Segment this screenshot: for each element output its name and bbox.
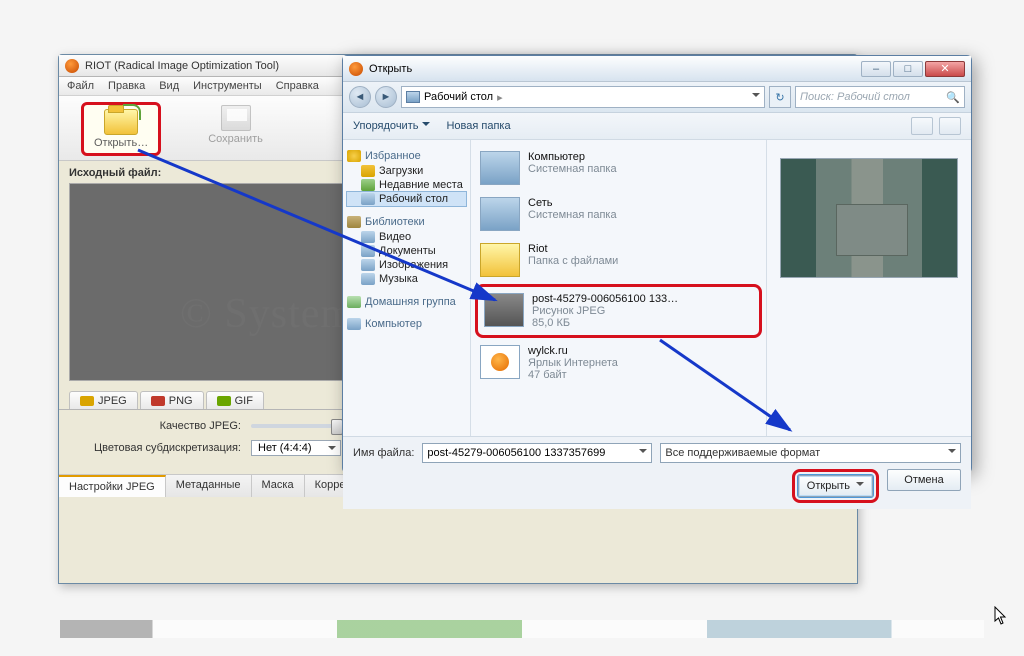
- pictures-icon: [361, 259, 375, 271]
- menu-view[interactable]: Вид: [159, 80, 179, 92]
- save-floppy-icon: [221, 105, 251, 131]
- tree-homegroup[interactable]: Домашняя группа: [347, 296, 466, 308]
- open-folder-icon: [104, 109, 138, 135]
- subsampling-select[interactable]: Нет (4:4:4): [251, 440, 341, 456]
- dialog-title-text: Открыть: [369, 63, 412, 75]
- dialog-cancel-button[interactable]: Отмена: [887, 469, 961, 491]
- dialog-app-icon: [349, 62, 363, 76]
- organize-menu[interactable]: Упорядочить: [353, 120, 430, 132]
- address-bar[interactable]: Рабочий стол ▸: [401, 86, 765, 108]
- image-thumb-icon: [484, 293, 524, 327]
- nav-tree: Избранное Загрузки Недавние места Рабочи…: [343, 140, 471, 436]
- desktop-icon: [406, 91, 420, 103]
- file-item-shortcut[interactable]: wylck.ruЯрлык Интернета47 байт: [475, 340, 762, 386]
- homegroup-icon: [347, 296, 361, 308]
- libraries-icon: [347, 216, 361, 228]
- menu-tools[interactable]: Инструменты: [193, 80, 262, 92]
- tab-metadata[interactable]: Метаданные: [166, 475, 252, 497]
- file-item-riot-folder[interactable]: RiotПапка с файлами: [475, 238, 762, 282]
- filetype-dropdown-icon[interactable]: [948, 449, 956, 457]
- network-thumb-icon: [480, 197, 520, 231]
- open-split-dropdown-icon[interactable]: [856, 482, 864, 490]
- filename-input[interactable]: post-45279-006056100 1337357699: [422, 443, 652, 463]
- subsampling-label: Цветовая субдискретизация:: [71, 442, 241, 454]
- back-button[interactable]: ◄: [349, 86, 371, 108]
- address-dropdown-icon[interactable]: [752, 93, 760, 101]
- star-icon: [347, 150, 361, 162]
- menu-file[interactable]: Файл: [67, 80, 94, 92]
- view-mode-button[interactable]: [911, 117, 933, 135]
- save-button[interactable]: Сохранить: [201, 102, 270, 156]
- file-item-network[interactable]: СетьСистемная папка: [475, 192, 762, 236]
- file-item-selected-image[interactable]: post-45279-006056100 133…Рисунок JPEG85,…: [475, 284, 762, 338]
- filename-dropdown-icon[interactable]: [639, 449, 647, 457]
- search-placeholder: Поиск: Рабочий стол: [800, 91, 910, 103]
- search-icon: 🔍: [946, 91, 960, 104]
- refresh-button[interactable]: ↻: [769, 86, 791, 108]
- tab-settings-jpeg[interactable]: Настройки JPEG: [59, 475, 166, 497]
- quality-label: Качество JPEG:: [71, 420, 241, 432]
- forward-button[interactable]: ►: [375, 86, 397, 108]
- help-button[interactable]: [939, 117, 961, 135]
- tab-png[interactable]: PNG: [140, 391, 204, 409]
- tree-favorites[interactable]: Избранное: [347, 150, 466, 162]
- computer-thumb-icon: [480, 151, 520, 185]
- open-label: Открыть…: [94, 137, 148, 149]
- dialog-command-bar: Упорядочить Новая папка: [343, 113, 971, 140]
- preview-pane: [766, 140, 971, 436]
- save-label: Сохранить: [208, 133, 263, 145]
- computer-icon: [347, 318, 361, 330]
- open-button-highlight: Открыть: [792, 469, 879, 503]
- address-path: Рабочий стол: [424, 91, 493, 103]
- tree-recent[interactable]: Недавние места: [347, 178, 466, 192]
- tab-mask[interactable]: Маска: [252, 475, 305, 497]
- tree-libraries[interactable]: Библиотеки: [347, 216, 466, 228]
- tab-jpeg[interactable]: JPEG: [69, 391, 138, 409]
- filename-label: Имя файла:: [353, 447, 414, 459]
- open-button[interactable]: Открыть…: [81, 102, 161, 156]
- dialog-open-button[interactable]: Открыть: [798, 475, 873, 497]
- tree-computer[interactable]: Компьютер: [347, 318, 466, 330]
- firefox-shortcut-icon: [480, 345, 520, 379]
- tree-pictures[interactable]: Изображения: [347, 258, 466, 272]
- desktop-tree-icon: [361, 193, 375, 205]
- videos-icon: [361, 231, 375, 243]
- minimize-button[interactable]: –: [861, 61, 891, 77]
- menu-edit[interactable]: Правка: [108, 80, 145, 92]
- downloads-icon: [361, 165, 375, 177]
- recent-icon: [361, 179, 375, 191]
- menu-help[interactable]: Справка: [276, 80, 319, 92]
- jpeg-icon: [80, 396, 94, 406]
- tree-downloads[interactable]: Загрузки: [347, 164, 466, 178]
- png-icon: [151, 396, 165, 406]
- gif-icon: [217, 396, 231, 406]
- close-button[interactable]: ✕: [925, 61, 965, 77]
- music-icon: [361, 273, 375, 285]
- preview-thumbnail: [780, 158, 958, 278]
- tree-desktop[interactable]: Рабочий стол: [347, 192, 466, 206]
- path-separator: ▸: [497, 91, 503, 104]
- tree-documents[interactable]: Документы: [347, 244, 466, 258]
- open-dialog: Открыть – □ ✕ ◄ ► Рабочий стол ▸ ↻ Поиск…: [342, 55, 972, 473]
- dialog-titlebar[interactable]: Открыть – □ ✕: [343, 56, 971, 82]
- file-list: КомпьютерСистемная папка СетьСистемная п…: [471, 140, 766, 436]
- riot-title-text: RIOT (Radical Image Optimization Tool): [85, 60, 279, 72]
- dialog-navbar: ◄ ► Рабочий стол ▸ ↻ Поиск: Рабочий стол…: [343, 82, 971, 113]
- mouse-cursor-icon: [994, 606, 1008, 626]
- tab-gif[interactable]: GIF: [206, 391, 264, 409]
- new-folder-button[interactable]: Новая папка: [446, 120, 510, 132]
- dialog-bottom-bar: Имя файла: post-45279-006056100 13373576…: [343, 436, 971, 509]
- filetype-select[interactable]: Все поддерживаемые формат: [660, 443, 961, 463]
- folder-thumb-icon: [480, 243, 520, 277]
- file-item-computer[interactable]: КомпьютерСистемная папка: [475, 146, 762, 190]
- search-input[interactable]: Поиск: Рабочий стол 🔍: [795, 86, 965, 108]
- maximize-button[interactable]: □: [893, 61, 923, 77]
- tree-videos[interactable]: Видео: [347, 230, 466, 244]
- documents-icon: [361, 245, 375, 257]
- tree-music[interactable]: Музыка: [347, 272, 466, 286]
- riot-app-icon: [65, 59, 79, 73]
